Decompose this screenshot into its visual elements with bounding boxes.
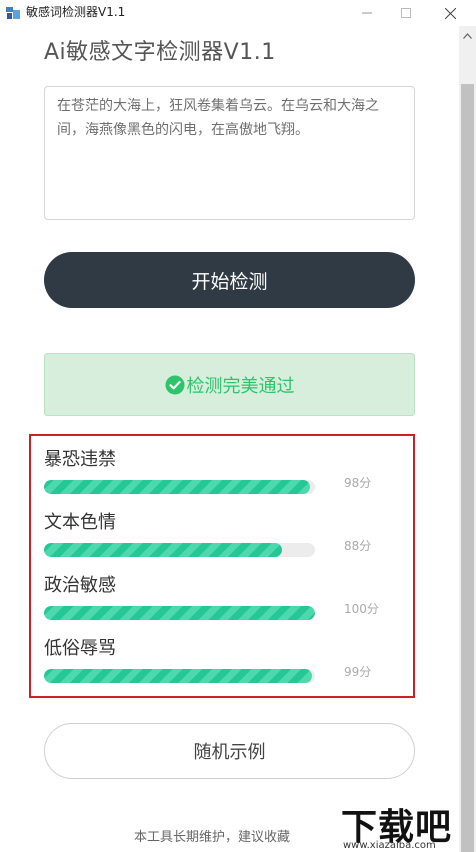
chevron-up-icon [463, 33, 472, 39]
result-message: 检测完美通过 [186, 375, 295, 397]
score-value: 88分 [344, 539, 372, 553]
category-label: 暴恐违禁 [44, 449, 116, 470]
score-bar-fill [44, 543, 283, 557]
category-label: 文本色情 [44, 512, 116, 533]
maximize-icon [401, 8, 411, 18]
footer-note: 本工具长期维护，建议收藏 [134, 830, 291, 845]
watermark-url: www.xiazaiba.com [343, 840, 436, 851]
category-label: 低俗辱骂 [44, 638, 116, 659]
minimize-icon [362, 12, 372, 14]
score-bar [44, 606, 315, 620]
close-icon [444, 7, 456, 19]
score-bar-fill [44, 606, 315, 620]
random-example-button[interactable]: 随机示例 [44, 723, 415, 779]
score-bar-fill [44, 480, 310, 494]
check-circle-icon [165, 375, 184, 394]
score-bar [44, 543, 315, 557]
minimize-button[interactable] [349, 0, 385, 26]
score-value: 99分 [344, 665, 372, 679]
close-button[interactable] [432, 0, 468, 26]
page-title: Ai敏感文字检测器V1.1 [44, 40, 276, 65]
maximize-button[interactable] [388, 0, 424, 26]
category-label: 政治敏感 [44, 575, 116, 596]
start-detection-button[interactable]: 开始检测 [44, 252, 415, 308]
score-value: 100分 [344, 602, 379, 616]
score-value: 98分 [344, 476, 372, 490]
scroll-up-button[interactable] [459, 28, 476, 44]
score-bar-fill [44, 669, 313, 683]
app-icon [6, 7, 20, 19]
watermark-logo: 下载吧 www.xiazaiba.com [335, 796, 459, 852]
vertical-scrollbar[interactable] [459, 26, 476, 852]
scroll-thumb[interactable] [461, 84, 474, 852]
score-bar [44, 480, 315, 494]
score-bar [44, 669, 315, 683]
window-title: 敏感词检测器V1.1 [26, 5, 126, 19]
result-banner: 检测完美通过 [44, 353, 415, 416]
text-input[interactable]: 在苍茫的大海上，狂风卷集着乌云。在乌云和大海之间，海燕像黑色的闪电，在高傲地飞翔… [44, 86, 415, 220]
window-titlebar: 敏感词检测器V1.1 [0, 0, 476, 26]
